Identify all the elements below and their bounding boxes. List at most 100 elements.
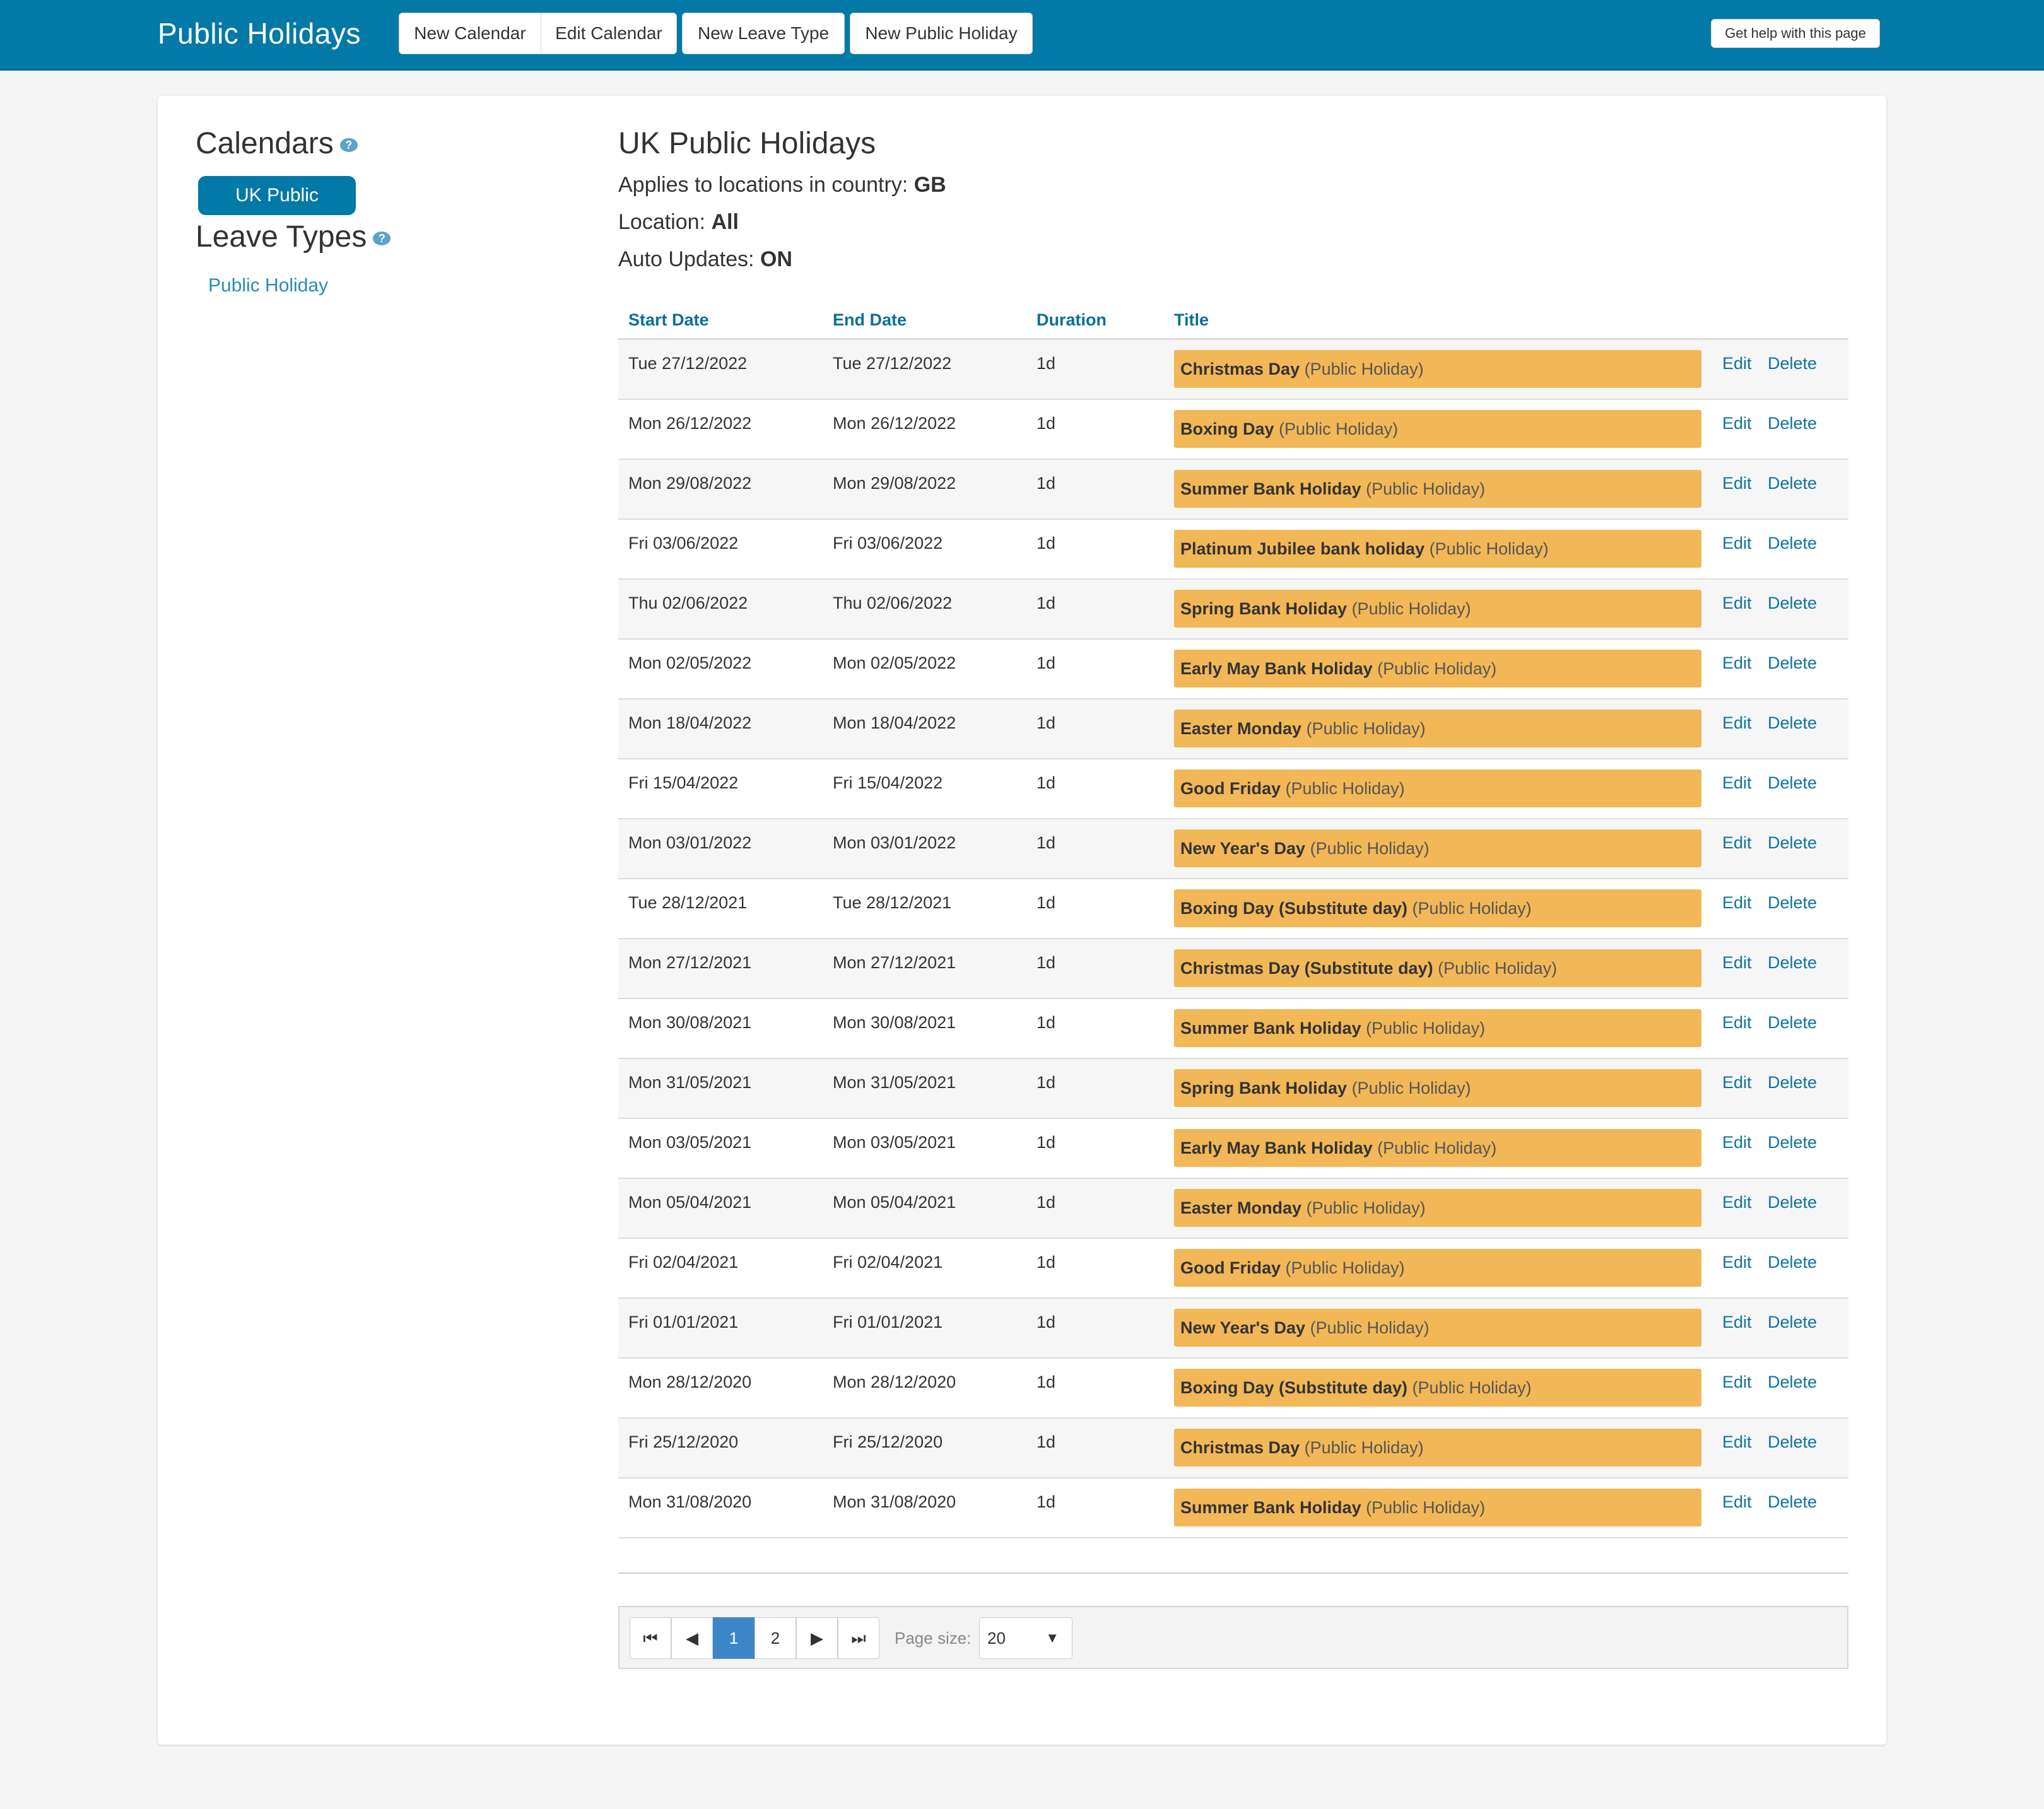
edit-link[interactable]: Edit [1722,1313,1752,1332]
edit-link[interactable]: Edit [1722,1133,1752,1152]
last-page-button[interactable]: ⏭ [838,1617,879,1659]
delete-link[interactable]: Delete [1768,594,1817,613]
delete-link[interactable]: Delete [1768,1492,1817,1512]
delete-link[interactable]: Delete [1768,474,1817,493]
duration-cell: 1d [1037,1013,1056,1032]
holiday-title-tag[interactable]: Good Friday (Public Holiday) [1174,770,1701,807]
start-date-cell: Mon 30/08/2021 [628,1013,752,1032]
edit-link[interactable]: Edit [1722,653,1752,673]
delete-link[interactable]: Delete [1768,773,1817,793]
new-calendar-button[interactable]: New Calendar [399,13,541,54]
edit-link[interactable]: Edit [1722,833,1752,853]
delete-link[interactable]: Delete [1768,893,1817,913]
country-info: Applies to locations in country: GB [618,173,946,197]
help-icon[interactable]: ? [339,138,358,153]
holiday-title-tag[interactable]: Early May Bank Holiday (Public Holiday) [1174,650,1701,688]
holiday-name: Good Friday [1180,1258,1281,1277]
holiday-title-tag[interactable]: Summer Bank Holiday (Public Holiday) [1174,470,1701,508]
holiday-title-tag[interactable]: New Year's Day (Public Holiday) [1174,829,1701,867]
edit-link[interactable]: Edit [1722,773,1752,793]
edit-link[interactable]: Edit [1722,1373,1752,1392]
start-date-cell: Tue 28/12/2021 [628,893,748,912]
delete-link[interactable]: Delete [1768,1373,1817,1392]
holiday-type: (Public Holiday) [1412,899,1532,918]
delete-link[interactable]: Delete [1768,1313,1817,1332]
new-public-holiday-button[interactable]: New Public Holiday [850,13,1033,54]
holiday-name: Christmas Day [1180,360,1300,378]
column-start-date[interactable]: Start Date [628,310,709,330]
edit-link[interactable]: Edit [1722,953,1752,973]
delete-link[interactable]: Delete [1768,1133,1817,1152]
edit-link[interactable]: Edit [1722,1013,1752,1033]
delete-link[interactable]: Delete [1768,1013,1817,1033]
edit-link[interactable]: Edit [1722,1253,1752,1272]
holiday-title-tag[interactable]: Christmas Day (Public Holiday) [1174,1429,1701,1467]
holiday-title-tag[interactable]: Summer Bank Holiday (Public Holiday) [1174,1009,1701,1047]
column-end-date[interactable]: End Date [833,310,907,330]
edit-link[interactable]: Edit [1722,534,1752,553]
holiday-title-tag[interactable]: Easter Monday (Public Holiday) [1174,1189,1701,1227]
page-1-button[interactable]: 1 [713,1617,755,1659]
previous-page-button[interactable]: ◀ [671,1617,713,1659]
first-page-button[interactable]: ⏮ [630,1617,671,1659]
delete-link[interactable]: Delete [1768,1193,1817,1212]
page-2-button[interactable]: 2 [755,1617,796,1659]
delete-link[interactable]: Delete [1768,354,1817,373]
delete-link[interactable]: Delete [1768,653,1817,673]
edit-link[interactable]: Edit [1722,1073,1752,1092]
delete-link[interactable]: Delete [1768,833,1817,853]
edit-link[interactable]: Edit [1722,414,1752,433]
end-date-cell: Fri 15/04/2022 [833,773,943,792]
holiday-title-tag[interactable]: Boxing Day (Substitute day) (Public Holi… [1174,1369,1701,1407]
delete-link[interactable]: Delete [1768,534,1817,553]
delete-link[interactable]: Delete [1768,953,1817,973]
table-header: Start Date End Date Duration Title [618,298,1848,340]
start-date-cell: Mon 27/12/2021 [628,953,752,972]
help-icon[interactable]: ? [373,231,391,246]
edit-link[interactable]: Edit [1722,893,1752,913]
holiday-title-tag[interactable]: Early May Bank Holiday (Public Holiday) [1174,1129,1701,1167]
delete-link[interactable]: Delete [1768,713,1817,733]
duration-cell: 1d [1037,354,1056,373]
end-date-cell: Mon 03/01/2022 [833,833,956,852]
holiday-type: (Public Holiday) [1285,779,1405,798]
edit-link[interactable]: Edit [1722,713,1752,733]
duration-cell: 1d [1037,953,1056,972]
edit-link[interactable]: Edit [1722,1432,1752,1452]
holiday-title-tag[interactable]: Christmas Day (Public Holiday) [1174,350,1701,388]
edit-link[interactable]: Edit [1722,474,1752,493]
help-button[interactable]: Get help with this page [1711,19,1880,48]
holiday-title-tag[interactable]: Spring Bank Holiday (Public Holiday) [1174,590,1701,628]
edit-calendar-button[interactable]: Edit Calendar [541,13,677,54]
edit-link[interactable]: Edit [1722,354,1752,373]
holiday-title-tag[interactable]: Boxing Day (Public Holiday) [1174,410,1701,448]
holiday-title-tag[interactable]: Christmas Day (Substitute day) (Public H… [1174,949,1701,987]
delete-link[interactable]: Delete [1768,1432,1817,1452]
delete-link[interactable]: Delete [1768,1073,1817,1092]
edit-link[interactable]: Edit [1722,1492,1752,1512]
column-duration[interactable]: Duration [1037,310,1107,330]
delete-link[interactable]: Delete [1768,1253,1817,1272]
leave-type-public-holiday[interactable]: Public Holiday [208,275,328,296]
holiday-title-tag[interactable]: Good Friday (Public Holiday) [1174,1249,1701,1287]
holiday-title-tag[interactable]: Platinum Jubilee bank holiday (Public Ho… [1174,530,1701,568]
calendar-item-uk-public-holidays[interactable]: UK Public Holidays [198,176,356,245]
holiday-title-tag[interactable]: Summer Bank Holiday (Public Holiday) [1174,1489,1701,1526]
start-date-cell: Thu 02/06/2022 [628,594,748,612]
duration-cell: 1d [1037,653,1056,672]
edit-link[interactable]: Edit [1722,594,1752,613]
holiday-title-tag[interactable]: Spring Bank Holiday (Public Holiday) [1174,1069,1701,1107]
holiday-name: New Year's Day [1180,839,1306,858]
new-leave-type-button[interactable]: New Leave Type [682,13,845,54]
holiday-title-tag[interactable]: Easter Monday (Public Holiday) [1174,710,1701,747]
holiday-title-tag[interactable]: New Year's Day (Public Holiday) [1174,1309,1701,1347]
holiday-title-tag[interactable]: Boxing Day (Substitute day) (Public Holi… [1174,889,1701,927]
holiday-type: (Public Holiday) [1366,1019,1486,1038]
column-title[interactable]: Title [1174,310,1209,330]
country-value: GB [913,173,946,197]
page-size-select[interactable]: 20 ▼ [979,1617,1072,1659]
delete-link[interactable]: Delete [1768,414,1817,433]
edit-link[interactable]: Edit [1722,1193,1752,1212]
next-page-button[interactable]: ▶ [796,1617,838,1659]
holiday-name: Early May Bank Holiday [1180,659,1373,678]
